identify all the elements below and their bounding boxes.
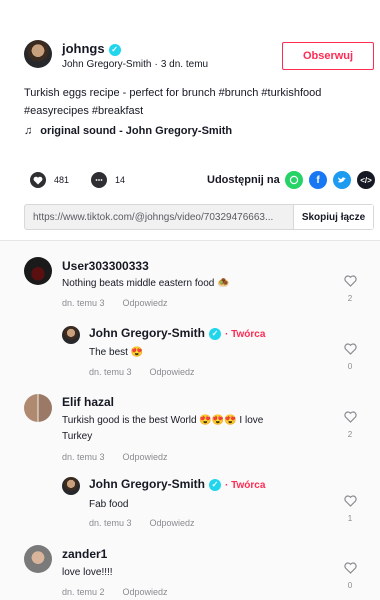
reply-button[interactable]: Odpowiedz [123, 452, 168, 462]
post-actions: 481 14 [30, 171, 147, 189]
post-time: 3 dn. temu [160, 59, 209, 70]
share-link-url[interactable]: https://www.tiktok.com/@johngs/video/703… [33, 212, 285, 223]
like-count: 481 [54, 175, 70, 185]
commenter-avatar[interactable] [24, 394, 52, 422]
commenter-avatar[interactable] [24, 257, 52, 285]
comment-count: 14 [115, 175, 126, 185]
creator-badge: · Twórca [225, 480, 266, 491]
reply-button[interactable]: Odpowiedz [150, 367, 195, 377]
commenter-name[interactable]: User303300333 [62, 259, 149, 273]
commenter-name[interactable]: Elif hazal [62, 395, 114, 409]
music-note-icon: ♫ [24, 125, 33, 137]
verified-icon: ✓ [209, 478, 222, 491]
author-username[interactable]: johngs ✓ [62, 41, 121, 56]
comment-time: dn. temu 3 [62, 452, 105, 462]
comment-like[interactable]: 0 [343, 342, 357, 371]
comment-icon[interactable] [91, 172, 108, 188]
comment-meta: dn. temu 3 Odpowiedz [62, 452, 168, 462]
comments-list: User303300333 Nothing beats middle easte… [0, 240, 380, 600]
heart-icon[interactable] [30, 172, 46, 188]
comment-like-count: 0 [347, 362, 353, 371]
commenter-avatar[interactable] [24, 545, 52, 573]
comment-meta: dn. temu 3 Odpowiedz [89, 367, 195, 377]
comment-meta: dn. temu 3 Odpowiedz [62, 298, 168, 308]
author-avatar[interactable] [24, 40, 52, 68]
follow-button[interactable]: Obserwuj [282, 42, 374, 70]
comment-text-line: Turkish good is the best World 😍😍😍 I lov… [62, 415, 264, 426]
comment-time: dn. temu 3 [62, 298, 105, 308]
heart-outline-icon [343, 275, 357, 287]
heart-outline-icon [343, 343, 357, 355]
whatsapp-icon[interactable] [285, 171, 303, 189]
post-header: johngs ✓ John Gregory-Smith · 3 dn. temu Ob… [0, 0, 380, 240]
comment-text: Nothing beats middle eastern food 🧆 [62, 278, 230, 289]
comment-meta: dn. temu 3 Odpowiedz [89, 518, 195, 528]
comment-time: dn. temu 3 [89, 518, 132, 528]
comment-like[interactable]: 1 [343, 494, 357, 523]
comment-text: Fab food [89, 499, 129, 510]
reply-button[interactable]: Odpowiedz [123, 298, 168, 308]
copy-link-button[interactable]: Skopiuj łącze [293, 205, 373, 229]
creator-badge: · Twórca [225, 329, 266, 340]
reply-button[interactable]: Odpowiedz [123, 587, 168, 597]
commenter-name: John Gregory-Smith ✓ · Twórca [89, 477, 266, 491]
comment-like[interactable]: 2 [343, 410, 357, 439]
share-link-box: https://www.tiktok.com/@johngs/video/703… [24, 204, 374, 230]
heart-outline-icon [343, 411, 357, 423]
twitter-icon[interactable] [333, 171, 351, 189]
comment-like-count: 2 [347, 430, 353, 439]
post-description: Turkish eggs recipe - perfect for brunch… [24, 84, 364, 120]
commenter-avatar[interactable] [62, 477, 80, 495]
embed-icon[interactable]: </> [357, 171, 375, 189]
sound-link[interactable]: ♫ original sound - John Gregory-Smith [24, 125, 232, 137]
verified-icon: ✓ [209, 327, 222, 340]
post-description-line: Turkish eggs recipe - perfect for brunch… [24, 87, 322, 99]
post-description-line: #easyrecipes #breakfast [24, 105, 144, 117]
comment-text: love love!!!! [62, 567, 113, 578]
verified-icon: ✓ [108, 43, 121, 56]
author-subline: John Gregory-Smith · 3 dn. temu [62, 59, 209, 70]
comment-like[interactable]: 2 [343, 274, 357, 303]
comment-text: Turkish good is the best World 😍😍😍 I lov… [62, 413, 312, 445]
comment-like[interactable]: 0 [343, 561, 357, 590]
comment-like-count: 2 [347, 294, 353, 303]
comment-like-count: 1 [347, 514, 353, 523]
comment-text: The best 😍 [89, 347, 144, 358]
comment-time: dn. temu 3 [89, 367, 132, 377]
comment-meta: dn. temu 2 Odpowiedz [62, 587, 168, 597]
heart-outline-icon [343, 495, 357, 507]
comment-text-line: Turkey [62, 431, 93, 442]
comment-like-count: 0 [347, 581, 353, 590]
heart-outline-icon [343, 562, 357, 574]
comment-time: dn. temu 2 [62, 587, 105, 597]
facebook-icon[interactable]: f [309, 171, 327, 189]
author-display-name[interactable]: John Gregory-Smith [62, 59, 151, 70]
commenter-name: John Gregory-Smith ✓ · Twórca [89, 326, 266, 340]
commenter-name[interactable]: zander1 [62, 547, 107, 561]
share-label: Udostępnij na [207, 174, 280, 186]
reply-button[interactable]: Odpowiedz [150, 518, 195, 528]
commenter-avatar[interactable] [62, 326, 80, 344]
